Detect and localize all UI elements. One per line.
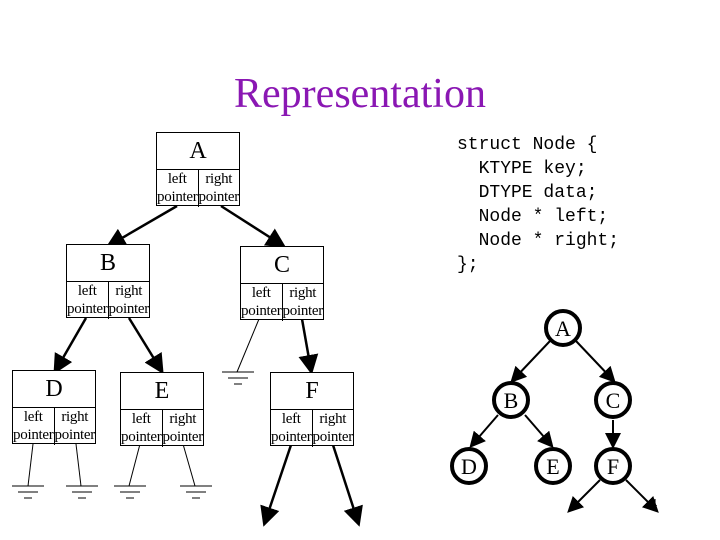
linked-node-e: E left pointer right pointer	[120, 372, 204, 447]
tree-node-c: C	[594, 381, 632, 419]
null-link-d-right	[75, 443, 82, 487]
tree-node-b: B	[492, 381, 530, 419]
left-pointer-label: left pointer	[121, 411, 162, 445]
null-ground-icon	[66, 485, 98, 499]
code-line: struct Node {	[457, 135, 598, 155]
tree-edge-f-left	[567, 479, 601, 513]
slide-number: 4	[650, 497, 657, 512]
arrow-a-to-b	[105, 204, 178, 248]
svg-text:D: D	[461, 454, 477, 479]
null-link-c-left	[236, 318, 260, 373]
svg-text:F: F	[607, 454, 619, 479]
arrow-c-to-f	[298, 318, 319, 375]
tree-node-e: E	[534, 447, 572, 485]
arrow-f-left	[260, 444, 293, 527]
svg-text:B: B	[504, 388, 519, 413]
left-pointer-label: left pointer	[67, 283, 108, 317]
linked-node-a: A left pointer right pointer	[156, 132, 240, 207]
node-key: E	[121, 373, 203, 410]
simple-tree: A B C D E F	[450, 309, 659, 513]
svg-text:C: C	[606, 388, 621, 413]
left-pointer-label: left pointer	[271, 411, 312, 445]
null-ground-icon	[180, 485, 212, 499]
tree-edge-b-e	[524, 414, 554, 449]
node-key: C	[241, 247, 323, 284]
tree-edge-a-c	[575, 340, 616, 383]
slide-title: Representation	[234, 71, 486, 117]
null-ground-icon	[12, 485, 44, 499]
linked-node-b: B left pointer right pointer	[66, 244, 150, 319]
tree-edge-b-d	[469, 414, 499, 449]
right-pointer-label: right pointer	[281, 284, 323, 321]
left-pointer-label: left pointer	[13, 409, 54, 443]
struct-code-block: struct Node { KTYPE key; DTYPE data; Nod…	[457, 133, 619, 277]
right-pointer-label: right pointer	[197, 170, 239, 207]
null-link-d-left	[27, 443, 34, 487]
right-pointer-label: right pointer	[161, 410, 203, 447]
right-pointer-label: right pointer	[107, 282, 149, 319]
code-line: Node * left;	[457, 207, 609, 227]
node-key: A	[157, 133, 239, 170]
null-link-e-left	[128, 443, 141, 487]
code-line: KTYPE key;	[457, 159, 587, 179]
linked-node-c: C left pointer right pointer	[240, 246, 324, 321]
arrow-b-to-e	[127, 317, 164, 375]
tree-node-d: D	[450, 447, 488, 485]
code-line: };	[457, 255, 479, 275]
null-ground-icon	[114, 485, 146, 499]
svg-text:E: E	[546, 454, 559, 479]
code-line: DTYPE data;	[457, 183, 598, 203]
left-pointer-label: left pointer	[157, 171, 198, 205]
right-pointer-label: right pointer	[53, 408, 95, 445]
null-ground-icon	[222, 371, 254, 385]
node-key: B	[67, 245, 149, 282]
node-key: F	[271, 373, 353, 410]
linked-node-f: F left pointer right pointer	[270, 372, 354, 447]
arrow-b-to-d	[53, 317, 88, 375]
null-link-e-right	[182, 443, 196, 487]
tree-node-a: A	[544, 309, 582, 347]
left-pointer-label: left pointer	[241, 285, 282, 319]
linked-node-d: D left pointer right pointer	[12, 370, 96, 445]
right-pointer-label: right pointer	[311, 410, 353, 447]
tree-node-f: F	[594, 447, 632, 485]
code-line: Node * right;	[457, 231, 620, 251]
node-key: D	[13, 371, 95, 408]
arrow-f-right	[331, 444, 363, 527]
svg-text:A: A	[555, 316, 571, 341]
tree-edge-a-b	[510, 340, 551, 383]
arrow-a-to-c	[220, 204, 287, 248]
